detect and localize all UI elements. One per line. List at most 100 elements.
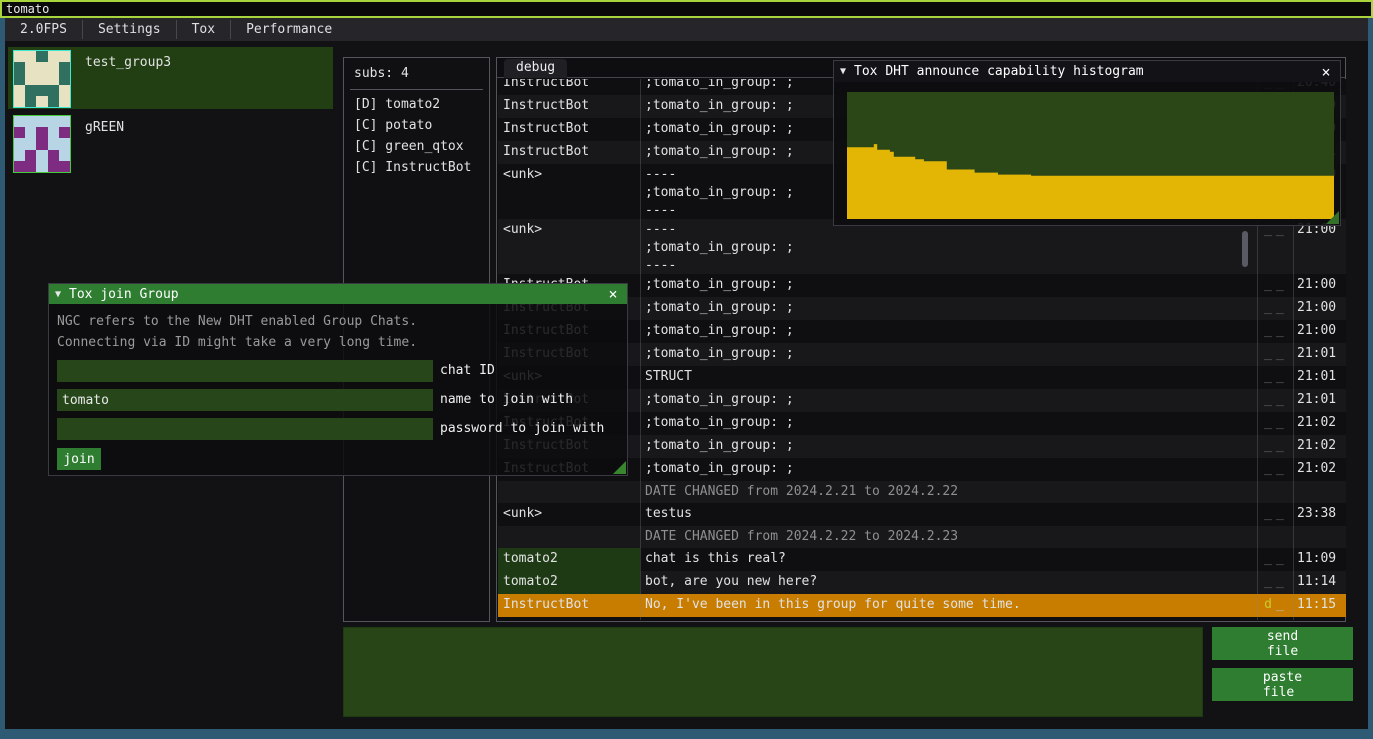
avatar-pixel <box>36 73 47 84</box>
chat-message-text: chat is this real? <box>640 548 1257 571</box>
chat-flags: __ <box>1257 435 1293 458</box>
join-group-titlebar[interactable]: ▼ Tox join Group × <box>49 284 627 304</box>
chat-timestamp: 21:02 <box>1293 412 1346 435</box>
dht-histogram-titlebar[interactable]: ▼ Tox DHT announce capability histogram … <box>834 61 1340 82</box>
join-button[interactable]: join <box>57 448 101 470</box>
menu-performance[interactable]: Performance <box>231 18 347 41</box>
column-divider[interactable] <box>640 79 641 620</box>
chat-flags: __ <box>1257 366 1293 389</box>
group-item-gREEN[interactable]: gREEN <box>8 112 333 171</box>
join-info-line: NGC refers to the New DHT enabled Group … <box>57 314 417 329</box>
avatar-pixel <box>59 150 70 161</box>
chat-sender: <unk> <box>498 503 640 526</box>
chat-sender: InstructBot <box>498 141 640 164</box>
histogram-area <box>847 92 1334 219</box>
member-item[interactable]: [C] InstructBot <box>344 157 489 178</box>
member-item[interactable]: [C] green_qtox <box>344 136 489 157</box>
collapse-arrow-icon[interactable]: ▼ <box>55 289 61 300</box>
menu-bar: 2.0FPS Settings Tox Performance <box>5 18 1368 41</box>
chat-scrollbar-thumb[interactable] <box>1242 231 1248 267</box>
chat-date-row[interactable]: DATE CHANGED from 2024.2.22 to 2024.2.23 <box>498 526 1346 548</box>
avatar-pixel <box>48 138 59 149</box>
dht-histogram-title: Tox DHT announce capability histogram <box>854 64 1318 79</box>
chat-flags: __ <box>1257 548 1293 571</box>
flag-icon: _ <box>1264 461 1274 476</box>
chat-message-row[interactable]: <unk>testus__23:38 <box>498 503 1346 526</box>
flag-icon: _ <box>1264 392 1274 407</box>
chat-message-text: ;tomato_in_group: ; <box>640 297 1257 320</box>
avatar-pixel <box>14 85 25 96</box>
fps-counter: 2.0FPS <box>5 18 82 41</box>
chat-timestamp: 21:01 <box>1293 343 1346 366</box>
chat-flags: __ <box>1257 571 1293 594</box>
chat-sender: <unk> <box>498 164 640 219</box>
frame-left <box>0 18 5 739</box>
flag-icon: _ <box>1276 369 1286 384</box>
chat-flags: __ <box>1257 320 1293 343</box>
chat-timestamp: 21:02 <box>1293 435 1346 458</box>
avatar-pixel <box>25 138 36 149</box>
avatar-pixel <box>36 85 47 96</box>
chat-sender: <unk> <box>498 219 640 274</box>
chat-message-row[interactable]: tomato2chat is this real?__11:09 <box>498 548 1346 571</box>
chat-sender <box>498 526 640 548</box>
avatar-pixel <box>25 150 36 161</box>
chat-sender: tomato2 <box>498 548 640 571</box>
close-icon[interactable]: × <box>1318 64 1334 80</box>
chat-message-text: testus <box>640 503 1257 526</box>
member-item[interactable]: [C] potato <box>344 115 489 136</box>
chat-message-text: DATE CHANGED from 2024.2.22 to 2024.2.23 <box>640 526 1257 548</box>
avatar-pixel <box>25 161 36 172</box>
flag-icon: _ <box>1264 506 1274 521</box>
chat-id-input[interactable] <box>57 360 433 382</box>
chat-date-row[interactable]: DATE CHANGED from 2024.2.21 to 2024.2.22 <box>498 481 1346 503</box>
chat-message-text: ;tomato_in_group: ; <box>640 320 1257 343</box>
avatar-pixel <box>59 51 70 62</box>
flag-icon: _ <box>1264 551 1274 566</box>
paste-file-button[interactable]: paste file <box>1212 668 1353 701</box>
window-title: tomato <box>2 2 49 16</box>
avatar-pixel <box>14 96 25 107</box>
app-window: tomato 2.0FPS Settings Tox Performance t… <box>0 0 1373 739</box>
group-item-test_group3[interactable]: test_group3 <box>8 47 333 109</box>
chat-message-text: ;tomato_in_group: ; <box>640 435 1257 458</box>
chat-timestamp: 23:38 <box>1293 503 1346 526</box>
dht-histogram-plot <box>847 92 1334 219</box>
member-item[interactable]: [D] tomato2 <box>344 94 489 115</box>
members-count: subs: 4 <box>344 58 489 87</box>
chat-message-text: ;tomato_in_group: ; <box>640 412 1257 435</box>
avatar-pixel <box>36 138 47 149</box>
avatar-pixel <box>36 161 47 172</box>
avatar-pixel <box>48 127 59 138</box>
join-name-label: name to join with <box>433 389 573 411</box>
chat-flags: __ <box>1257 458 1293 481</box>
collapse-arrow-icon[interactable]: ▼ <box>840 66 846 77</box>
chat-sender <box>498 481 640 503</box>
close-icon[interactable]: × <box>605 286 621 302</box>
resize-grip[interactable] <box>1326 211 1339 224</box>
resize-grip[interactable] <box>613 461 626 474</box>
paste-file-label: paste file <box>1263 670 1302 700</box>
avatar-pixel <box>48 96 59 107</box>
chat-message-row[interactable]: <unk>---- ;tomato_in_group: ; ----__21:0… <box>498 219 1346 274</box>
chat-timestamp: 21:01 <box>1293 366 1346 389</box>
avatar-pixel <box>25 85 36 96</box>
send-file-button[interactable]: send file <box>1212 627 1353 660</box>
flag-icon: _ <box>1276 277 1286 292</box>
flag-icon: _ <box>1276 392 1286 407</box>
window-titlebar: tomato <box>0 0 1373 18</box>
chat-message-row[interactable]: InstructBotNo, I've been in this group f… <box>498 594 1346 617</box>
chat-flags: __ <box>1257 297 1293 320</box>
menu-settings[interactable]: Settings <box>83 18 176 41</box>
tab-debug[interactable]: debug <box>504 59 567 78</box>
join-password-input[interactable] <box>57 418 433 440</box>
join-name-input[interactable] <box>57 389 433 411</box>
avatar-pixel <box>59 73 70 84</box>
chat-message-text: STRUCT <box>640 366 1257 389</box>
message-input[interactable] <box>343 627 1203 717</box>
flag-icon: _ <box>1276 300 1286 315</box>
chat-timestamp <box>1293 481 1346 503</box>
avatar-pixel <box>48 116 59 127</box>
menu-tox[interactable]: Tox <box>177 18 230 41</box>
chat-message-row[interactable]: tomato2bot, are you new here?__11:14 <box>498 571 1346 594</box>
